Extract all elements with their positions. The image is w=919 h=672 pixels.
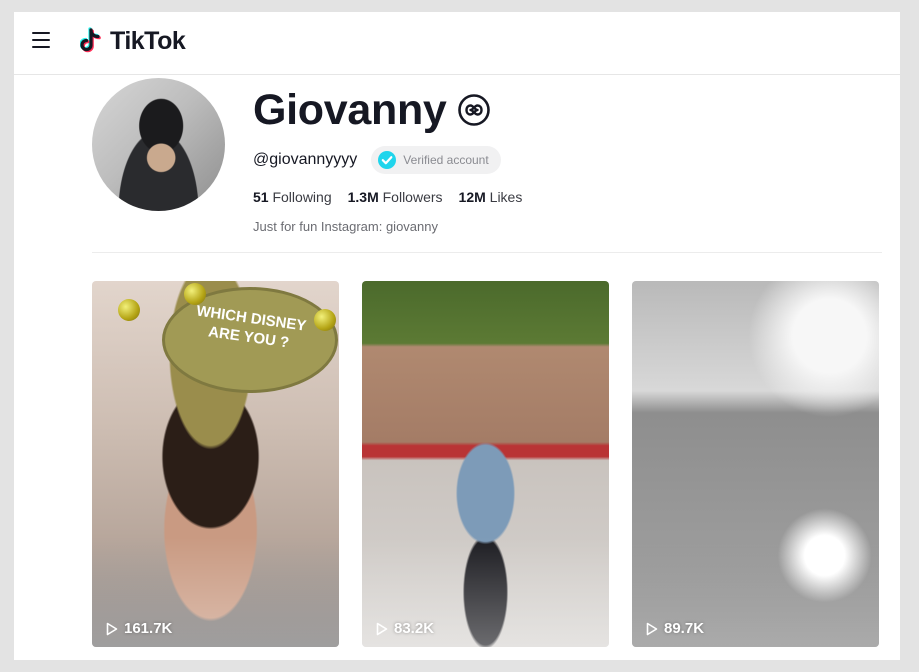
video-card[interactable]: 89.7K [632,281,879,647]
verified-check-icon [378,151,397,169]
play-icon [646,622,658,635]
views-count: 83.2K [394,620,435,637]
hamburger-menu-icon[interactable] [32,32,52,50]
views-count: 161.7K [124,620,173,637]
stat-value: 12M [458,189,486,205]
verified-badge: Verified account [371,146,501,174]
view-count: 83.2K [376,620,434,637]
ornament-decoration [184,283,206,305]
handle-row: @giovannyyyy Verified account [253,146,501,174]
logo-text: TikTok [110,26,186,55]
verified-label: Verified account [403,153,489,167]
stat-label: Following [272,189,332,205]
stat-likes: 12M Likes [459,189,523,205]
view-count: 89.7K [646,620,704,637]
stat-following[interactable]: 51 Following [253,189,332,205]
stat-label: Followers [382,189,443,205]
avatar[interactable] [92,78,225,211]
profile-stats: 51 Following 1.3M Followers 12M Likes [253,189,522,205]
top-header: TikTok [14,12,900,75]
tiktok-logo-icon [80,27,101,53]
play-icon [106,622,118,635]
display-name: Giovanny [253,86,447,134]
stat-value: 51 [253,189,269,205]
play-icon [376,622,388,635]
username-handle: @giovannyyyy [253,151,358,168]
stat-value: 1.3M [347,189,379,205]
ornament-decoration [118,299,140,321]
profile-bio: Just for fun Instagram: giovanny [253,219,438,234]
ornament-decoration [314,309,336,331]
tiktok-logo[interactable]: TikTok [80,24,186,58]
video-grid: WHICH DISNEY ARE YOU ? 161.7K 83.2K 89.7… [92,281,882,647]
video-card[interactable]: 83.2K [362,281,609,647]
profile-header: Giovanny @giovannyyyy Verified account 5… [92,78,882,253]
infinity-icon [457,94,490,126]
name-row: Giovanny [253,86,491,134]
browser-page: TikTok Giovanny @giovannyyyy Verified ac… [14,12,900,660]
video-card[interactable]: WHICH DISNEY ARE YOU ? 161.7K [92,281,339,647]
views-count: 89.7K [664,620,705,637]
view-count: 161.7K [106,620,172,637]
stat-followers[interactable]: 1.3M Followers [348,189,443,205]
stat-label: Likes [489,189,523,205]
